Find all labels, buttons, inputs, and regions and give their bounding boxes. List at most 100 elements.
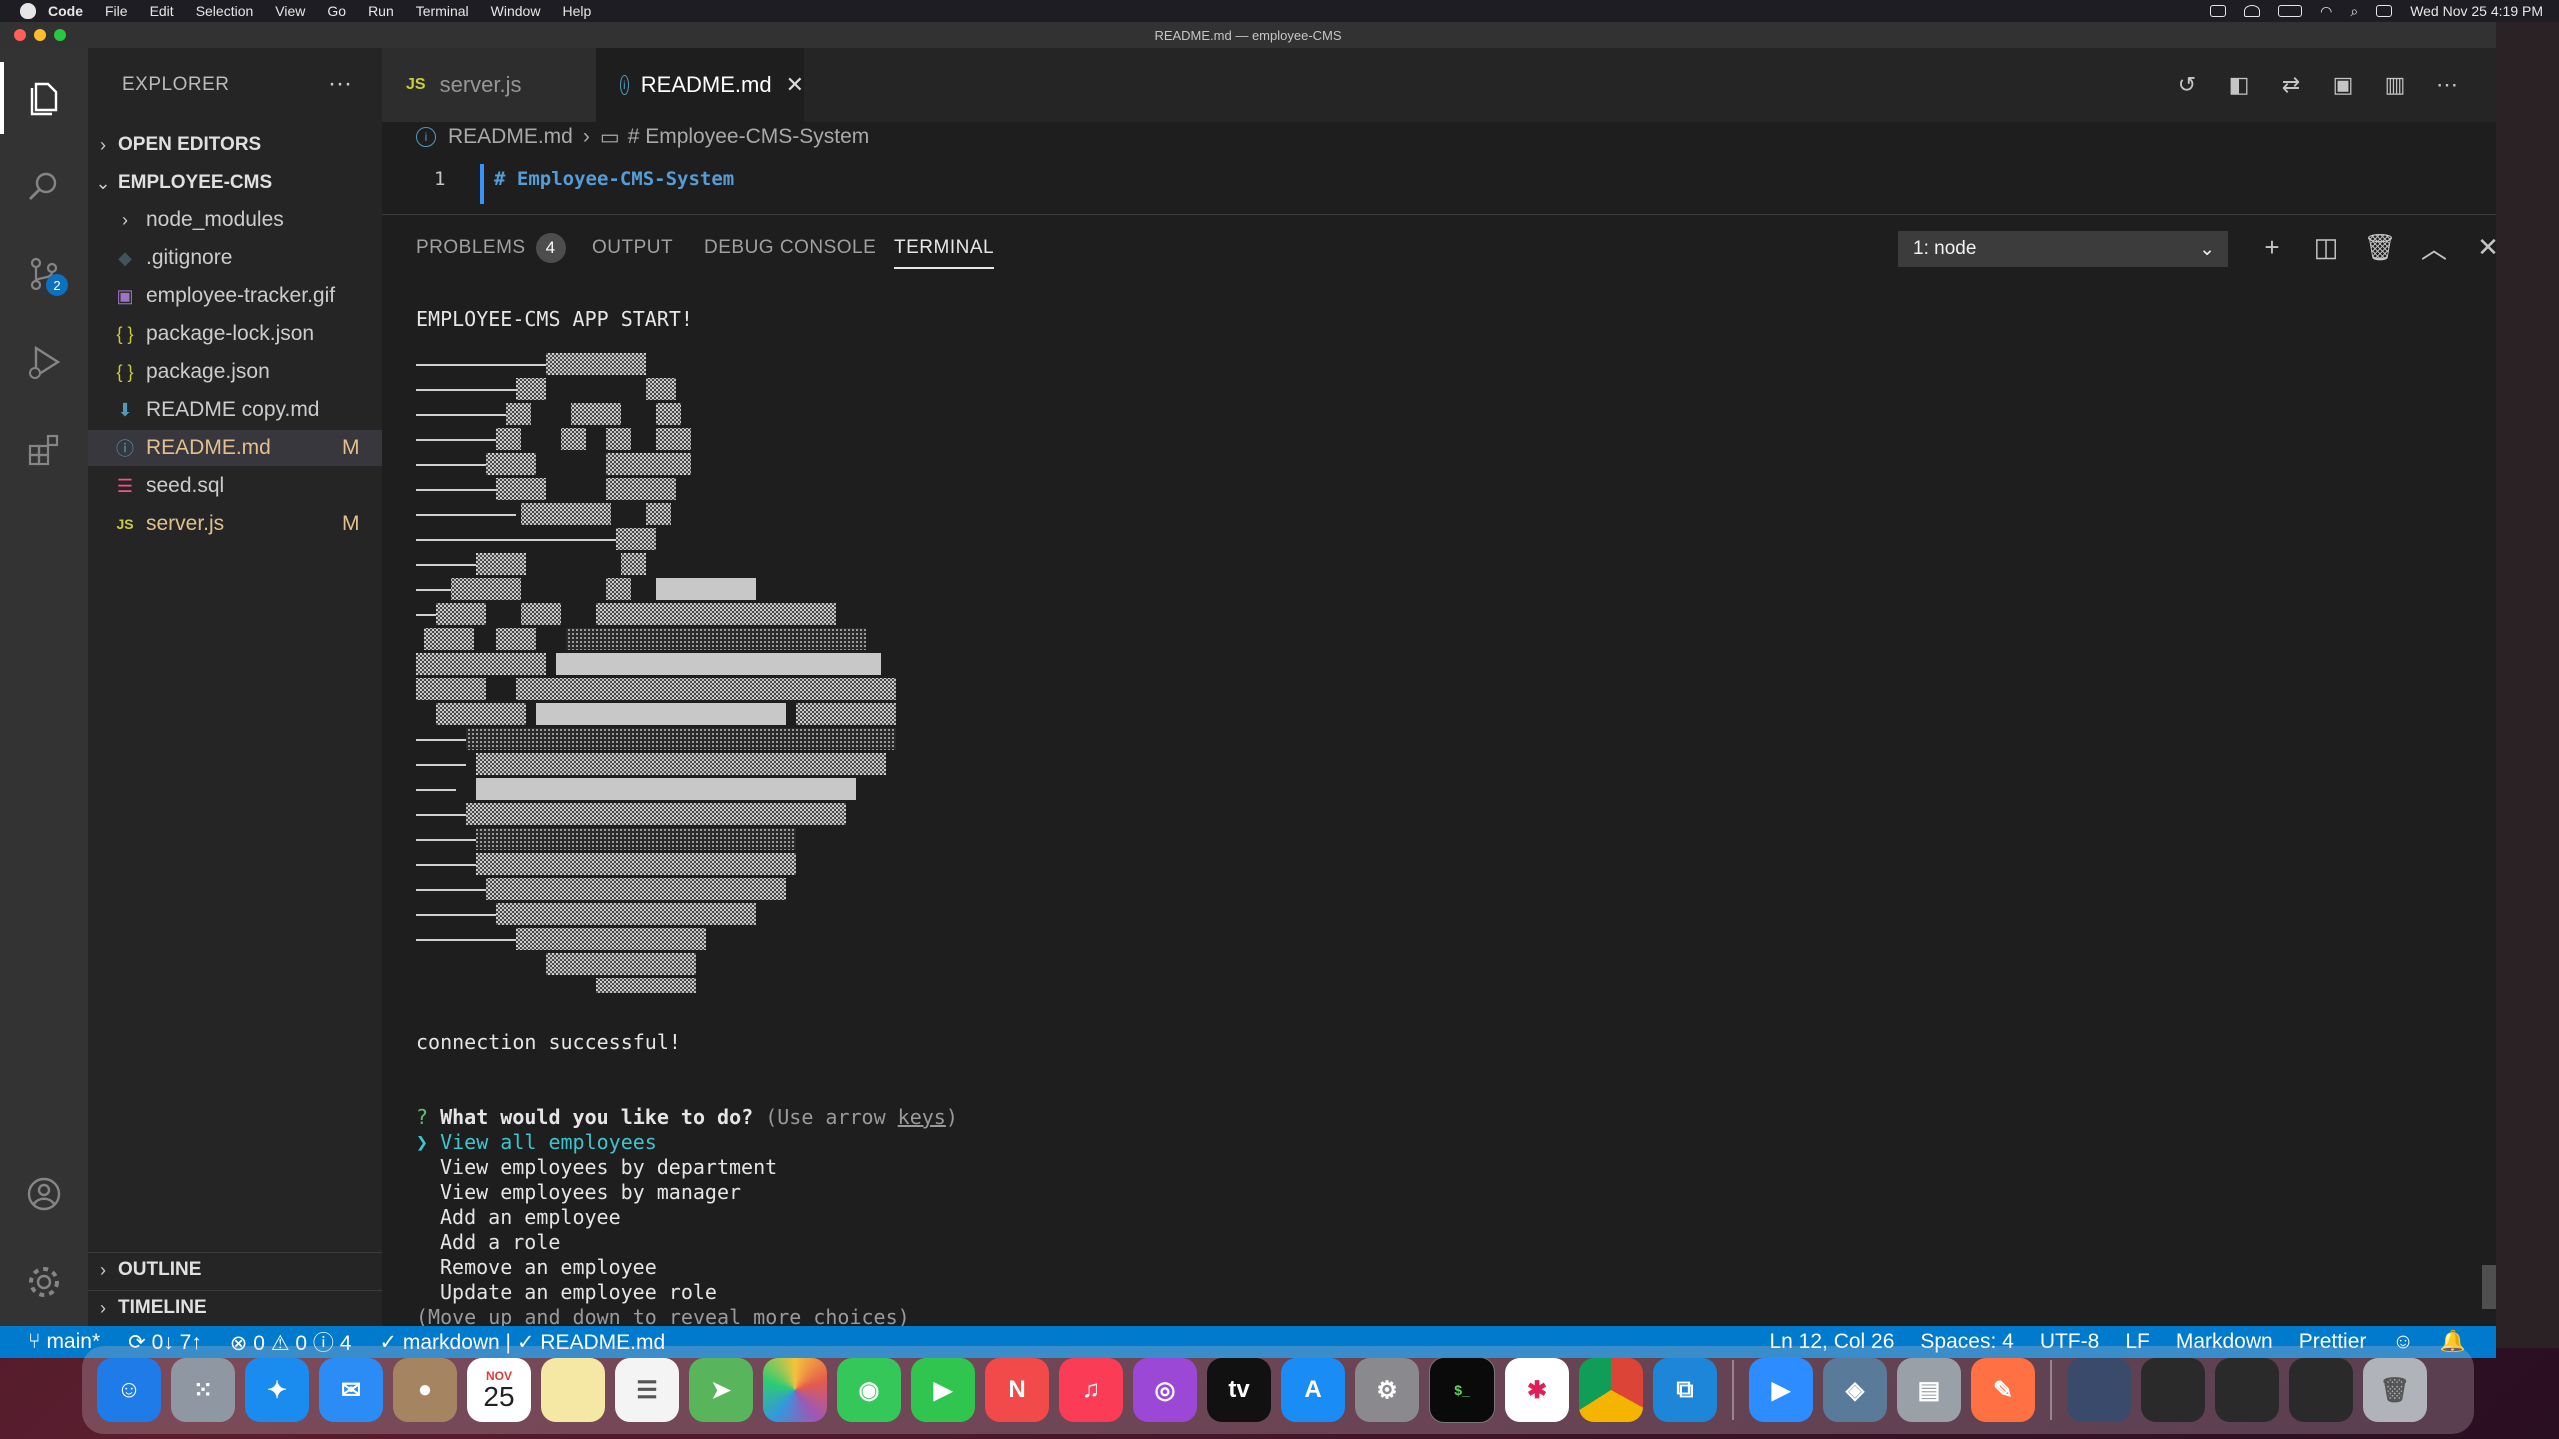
menu-terminal[interactable]: Terminal — [416, 3, 469, 19]
file-package-lock-json[interactable]: { } package-lock.json — [88, 316, 382, 352]
split-editor-icon[interactable]: ▥ — [2382, 72, 2408, 98]
tab-output[interactable]: OUTPUT — [592, 237, 673, 259]
menu-option-selected[interactable]: ❯ View all employees — [416, 1130, 958, 1155]
accounts-icon[interactable] — [20, 1170, 68, 1218]
close-tab-icon[interactable]: ✕ — [786, 72, 804, 98]
timeline-history-icon[interactable]: ↺ — [2174, 72, 2200, 98]
system-preferences-icon[interactable]: ⚙ — [1355, 1358, 1419, 1422]
menu-option[interactable]: Add a role — [416, 1230, 958, 1255]
project-section[interactable]: ⌄ EMPLOYEE-CMS — [88, 166, 382, 200]
vscode-icon[interactable]: ⧉ — [1653, 1358, 1717, 1422]
terminal-scrollbar[interactable] — [2482, 1265, 2496, 1309]
search-icon[interactable] — [20, 162, 68, 210]
explorer-icon[interactable] — [20, 74, 68, 122]
menu-option[interactable]: Remove an employee — [416, 1255, 958, 1280]
mysql-workbench-icon[interactable]: ◈ — [1823, 1358, 1887, 1422]
menu-file[interactable]: File — [105, 3, 128, 19]
zoom-icon[interactable]: ▶ — [1749, 1358, 1813, 1422]
control-center-icon[interactable] — [2376, 5, 2393, 17]
file-employee-tracker-gif[interactable]: ▣ employee-tracker.gif — [88, 278, 382, 314]
close-window-button[interactable] — [14, 29, 26, 41]
preview-side-icon[interactable]: ▣ — [2330, 72, 2356, 98]
launchpad-icon[interactable]: ⁙ — [171, 1358, 235, 1422]
podcasts-icon[interactable]: ◎ — [1133, 1358, 1197, 1422]
split-terminal-icon[interactable]: ◫ — [2310, 231, 2342, 263]
apple-tv-icon[interactable]: tv — [1207, 1358, 1271, 1422]
new-terminal-icon[interactable]: + — [2256, 231, 2288, 263]
tab-terminal[interactable]: TERMINAL — [894, 237, 995, 269]
menu-option[interactable]: Add an employee — [416, 1205, 958, 1230]
chrome-icon[interactable] — [1579, 1358, 1643, 1422]
file-package-json[interactable]: { } package.json — [88, 354, 382, 390]
compare-changes-icon[interactable]: ⇄ — [2278, 72, 2304, 98]
status-app-icon[interactable] — [2210, 5, 2227, 17]
music-icon[interactable]: ♫ — [1059, 1358, 1123, 1422]
reminders-icon[interactable]: ☰ — [615, 1358, 679, 1422]
menu-edit[interactable]: Edit — [150, 3, 174, 19]
outline-section[interactable]: › OUTLINE — [88, 1252, 382, 1287]
file-server-js[interactable]: JS server.js M — [88, 506, 382, 542]
maximize-panel-icon[interactable]: ︿ — [2418, 231, 2450, 264]
preview-icon[interactable]: ▤ — [1897, 1358, 1961, 1422]
open-preview-icon[interactable]: ◧ — [2226, 72, 2252, 98]
code-line[interactable]: # Employee-CMS-System — [494, 168, 734, 190]
menu-app-name[interactable]: Code — [48, 3, 83, 19]
run-debug-icon[interactable] — [20, 338, 68, 386]
minimize-window-button[interactable] — [34, 29, 46, 41]
source-control-icon[interactable]: 2 — [20, 250, 68, 298]
finder-icon[interactable]: ☺ — [97, 1358, 161, 1422]
menubar-clock[interactable]: Wed Nov 25 4:19 PM — [2410, 3, 2543, 19]
file-readme-md[interactable]: ⓘ README.md M — [88, 430, 382, 466]
folder-node-modules[interactable]: › node_modules — [88, 202, 382, 238]
window-thumbnail[interactable] — [2215, 1358, 2279, 1422]
facetime-icon[interactable]: ▶ — [911, 1358, 975, 1422]
file-gitignore[interactable]: ◆ .gitignore — [88, 240, 382, 276]
tab-readme-md[interactable]: i README.md ✕ — [596, 48, 804, 122]
messages-icon[interactable]: ◉ — [837, 1358, 901, 1422]
news-icon[interactable]: N — [985, 1358, 1049, 1422]
breadcrumb-file[interactable]: README.md — [448, 125, 573, 149]
photos-icon[interactable] — [763, 1358, 827, 1422]
terminal-select[interactable]: 1: node ⌄ — [1898, 231, 2228, 267]
menu-option[interactable]: View employees by manager — [416, 1180, 958, 1205]
contacts-icon[interactable]: ● — [393, 1358, 457, 1422]
mail-icon[interactable]: ✉ — [319, 1358, 383, 1422]
window-thumbnail[interactable] — [2289, 1358, 2353, 1422]
menu-go[interactable]: Go — [327, 3, 346, 19]
headphones-icon[interactable] — [2244, 5, 2261, 17]
battery-icon[interactable] — [2278, 5, 2303, 17]
file-seed-sql[interactable]: ☰ seed.sql — [88, 468, 382, 504]
postman-icon[interactable]: ✎ — [1971, 1358, 2035, 1422]
more-actions-icon[interactable]: ⋯ — [2434, 72, 2460, 98]
zoom-window-button[interactable] — [54, 29, 66, 41]
editor-area[interactable]: 1 # Employee-CMS-System — [382, 152, 2496, 320]
menu-view[interactable]: View — [275, 3, 305, 19]
timeline-section[interactable]: › TIMELINE — [88, 1290, 382, 1325]
open-editors-section[interactable]: › OPEN EDITORS — [88, 128, 382, 162]
trash-icon[interactable]: 🗑 — [2363, 1358, 2427, 1422]
search-icon[interactable]: ⌕ — [2350, 3, 2358, 20]
more-actions-icon[interactable]: ··· — [328, 70, 352, 98]
menu-option[interactable]: Update an employee role — [416, 1280, 958, 1305]
notes-icon[interactable] — [541, 1358, 605, 1422]
apple-menu-icon[interactable] — [20, 3, 36, 19]
window-thumbnail[interactable] — [2141, 1358, 2205, 1422]
extensions-icon[interactable] — [20, 426, 68, 474]
calendar-icon[interactable]: NOV 25 — [467, 1358, 531, 1422]
safari-icon[interactable]: ✦ — [245, 1358, 309, 1422]
app-store-icon[interactable]: A — [1281, 1358, 1345, 1422]
menu-option[interactable]: View employees by department — [416, 1155, 958, 1180]
terminal-output[interactable]: EMPLOYEE-CMS APP START! — [416, 307, 2316, 332]
wifi-icon[interactable]: ◠ — [2320, 3, 2332, 20]
menu-help[interactable]: Help — [562, 3, 591, 19]
tab-server-js[interactable]: JS server.js — [382, 48, 596, 122]
kill-terminal-trash-icon[interactable]: 🗑 — [2364, 231, 2397, 263]
terminal-prompt-block[interactable]: connection successful! ? What would you … — [416, 1030, 958, 1330]
file-readme-copy-md[interactable]: ⬇ README copy.md — [88, 392, 382, 428]
breadcrumb-section[interactable]: # Employee-CMS-System — [628, 125, 870, 149]
terminal-app-icon[interactable]: $_ — [1429, 1357, 1495, 1423]
downloads-stack-icon[interactable] — [2067, 1358, 2131, 1422]
tab-debug-console[interactable]: DEBUG CONSOLE — [704, 237, 876, 259]
menu-window[interactable]: Window — [491, 3, 541, 19]
manage-gear-icon[interactable] — [20, 1258, 68, 1306]
